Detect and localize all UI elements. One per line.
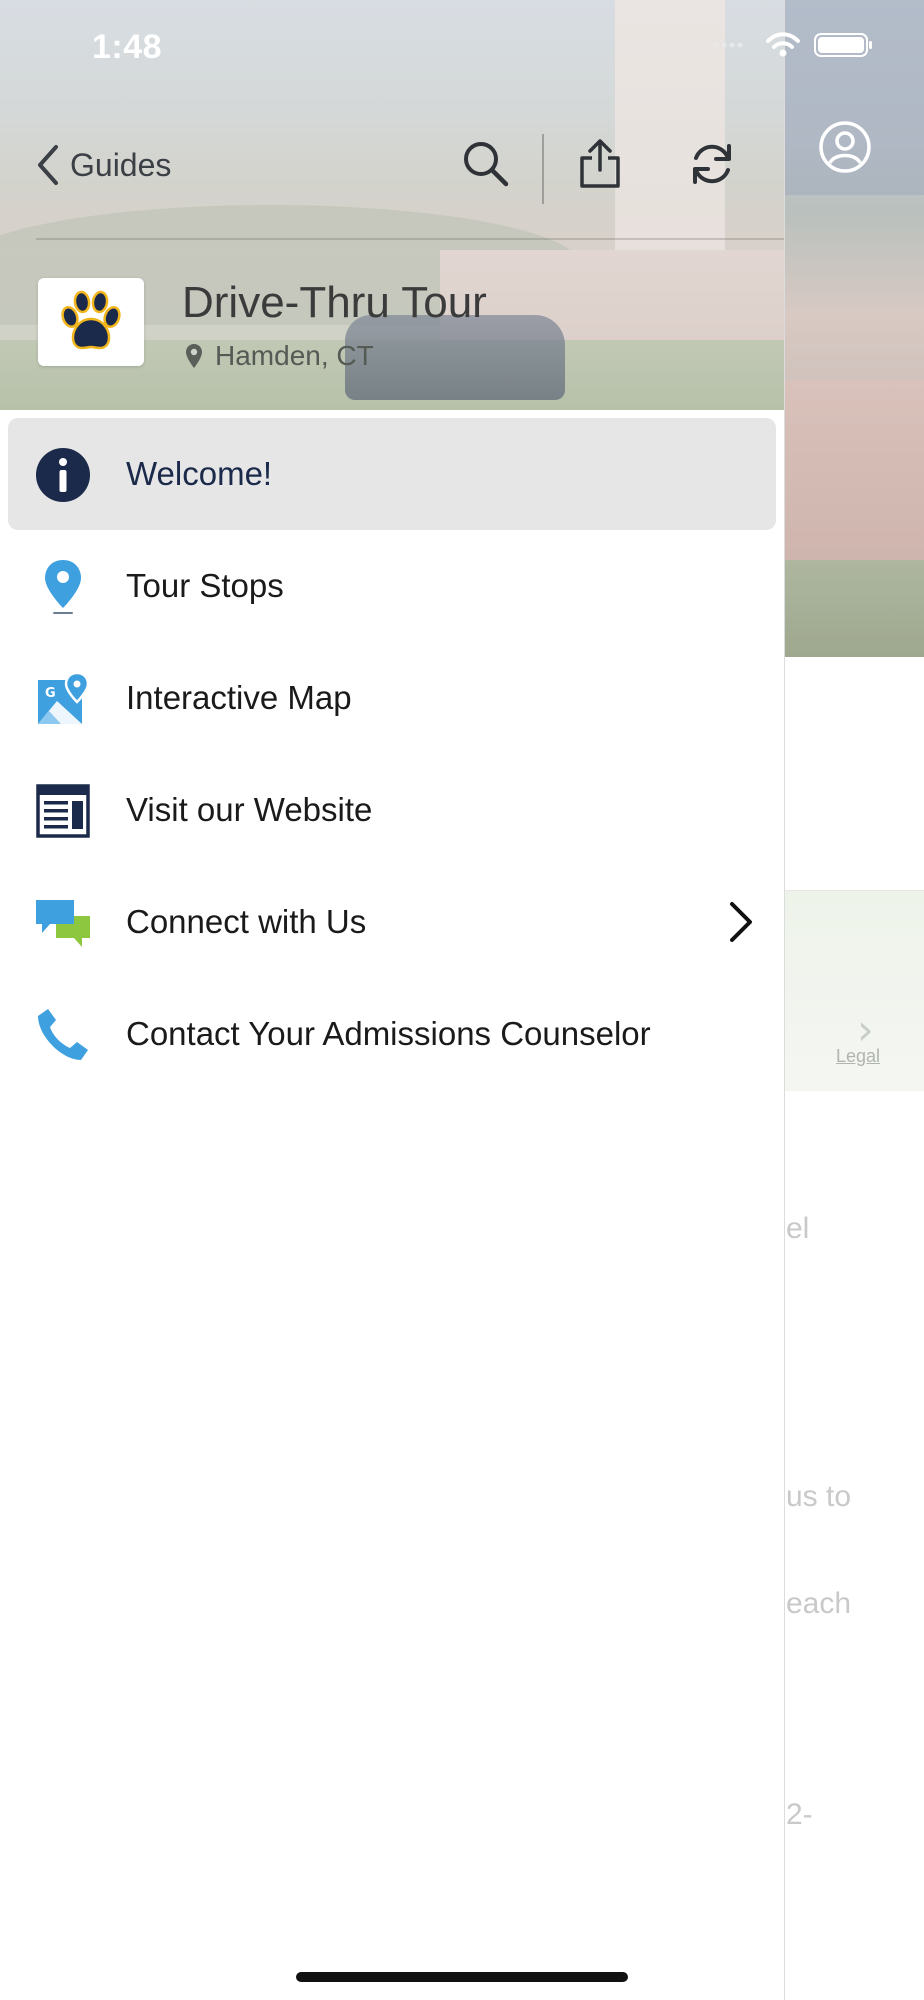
menu-item-label: Tour Stops (126, 567, 284, 604)
search-icon[interactable] (460, 138, 512, 190)
back-button[interactable]: Guides (36, 144, 171, 186)
guide-location: Hamden, CT (185, 340, 374, 372)
chevron-left-icon (38, 145, 58, 185)
menu-item-label: Interactive Map (126, 679, 352, 716)
guide-location-text: Hamden, CT (215, 340, 374, 371)
side-drawer: 1:48 Guides Drive-Thru Tour Hamden, CT W… (0, 0, 872, 2000)
menu-item-connect-with-us[interactable]: Connect with Us (8, 866, 776, 978)
status-indicators (712, 32, 874, 58)
website-icon (34, 782, 92, 840)
chat-bubbles-icon (34, 894, 92, 952)
back-button-label: Guides (70, 146, 172, 183)
refresh-icon[interactable] (686, 138, 738, 190)
background-text-fragment: 2- (786, 1798, 813, 1831)
menu-item-label: Connect with Us (126, 903, 367, 940)
drawer-menu: Welcome! Tour Stops G Interactive Map Vi… (0, 418, 784, 1090)
guide-logo (38, 278, 144, 366)
background-text-fragment: us to (786, 1480, 852, 1513)
battery-icon (814, 33, 872, 57)
menu-item-tour-stops[interactable]: Tour Stops (8, 530, 776, 642)
wifi-icon (766, 32, 800, 57)
drawer-header: 1:48 Guides Drive-Thru Tour Hamden, CT (0, 0, 784, 410)
toolbar-separator (542, 134, 544, 204)
info-icon (34, 446, 92, 504)
paw-print-icon (61, 290, 121, 350)
background-text-fragment: el (786, 1212, 810, 1245)
background-text-fragment: each (786, 1587, 852, 1620)
map-icon: G (34, 670, 92, 728)
menu-item-contact-counselor[interactable]: Contact Your Admissions Counselor (8, 978, 776, 1090)
menu-item-label: Welcome! (126, 455, 273, 492)
profile-icon[interactable] (818, 120, 872, 174)
location-pin-icon (186, 344, 202, 368)
chevron-right-icon[interactable] (720, 900, 760, 944)
phone-icon (34, 1006, 92, 1064)
guide-title: Drive-Thru Tour (182, 278, 487, 327)
menu-item-interactive-map[interactable]: G Interactive Map (8, 642, 776, 754)
share-icon[interactable] (574, 138, 626, 190)
map-legal-link[interactable]: Legal (836, 1046, 880, 1067)
menu-item-label: Visit our Website (126, 791, 373, 828)
toolbar: Guides (0, 128, 784, 208)
svg-text:G: G (45, 686, 56, 701)
signal-icon (713, 42, 743, 48)
menu-item-welcome[interactable]: Welcome! (8, 418, 776, 530)
header-divider (36, 238, 784, 240)
map-pin-icon (34, 558, 92, 616)
home-indicator[interactable] (296, 1972, 628, 1982)
status-time: 1:48 (92, 28, 163, 66)
menu-item-label: Contact Your Admissions Counselor (126, 1015, 651, 1052)
menu-item-visit-website[interactable]: Visit our Website (8, 754, 776, 866)
